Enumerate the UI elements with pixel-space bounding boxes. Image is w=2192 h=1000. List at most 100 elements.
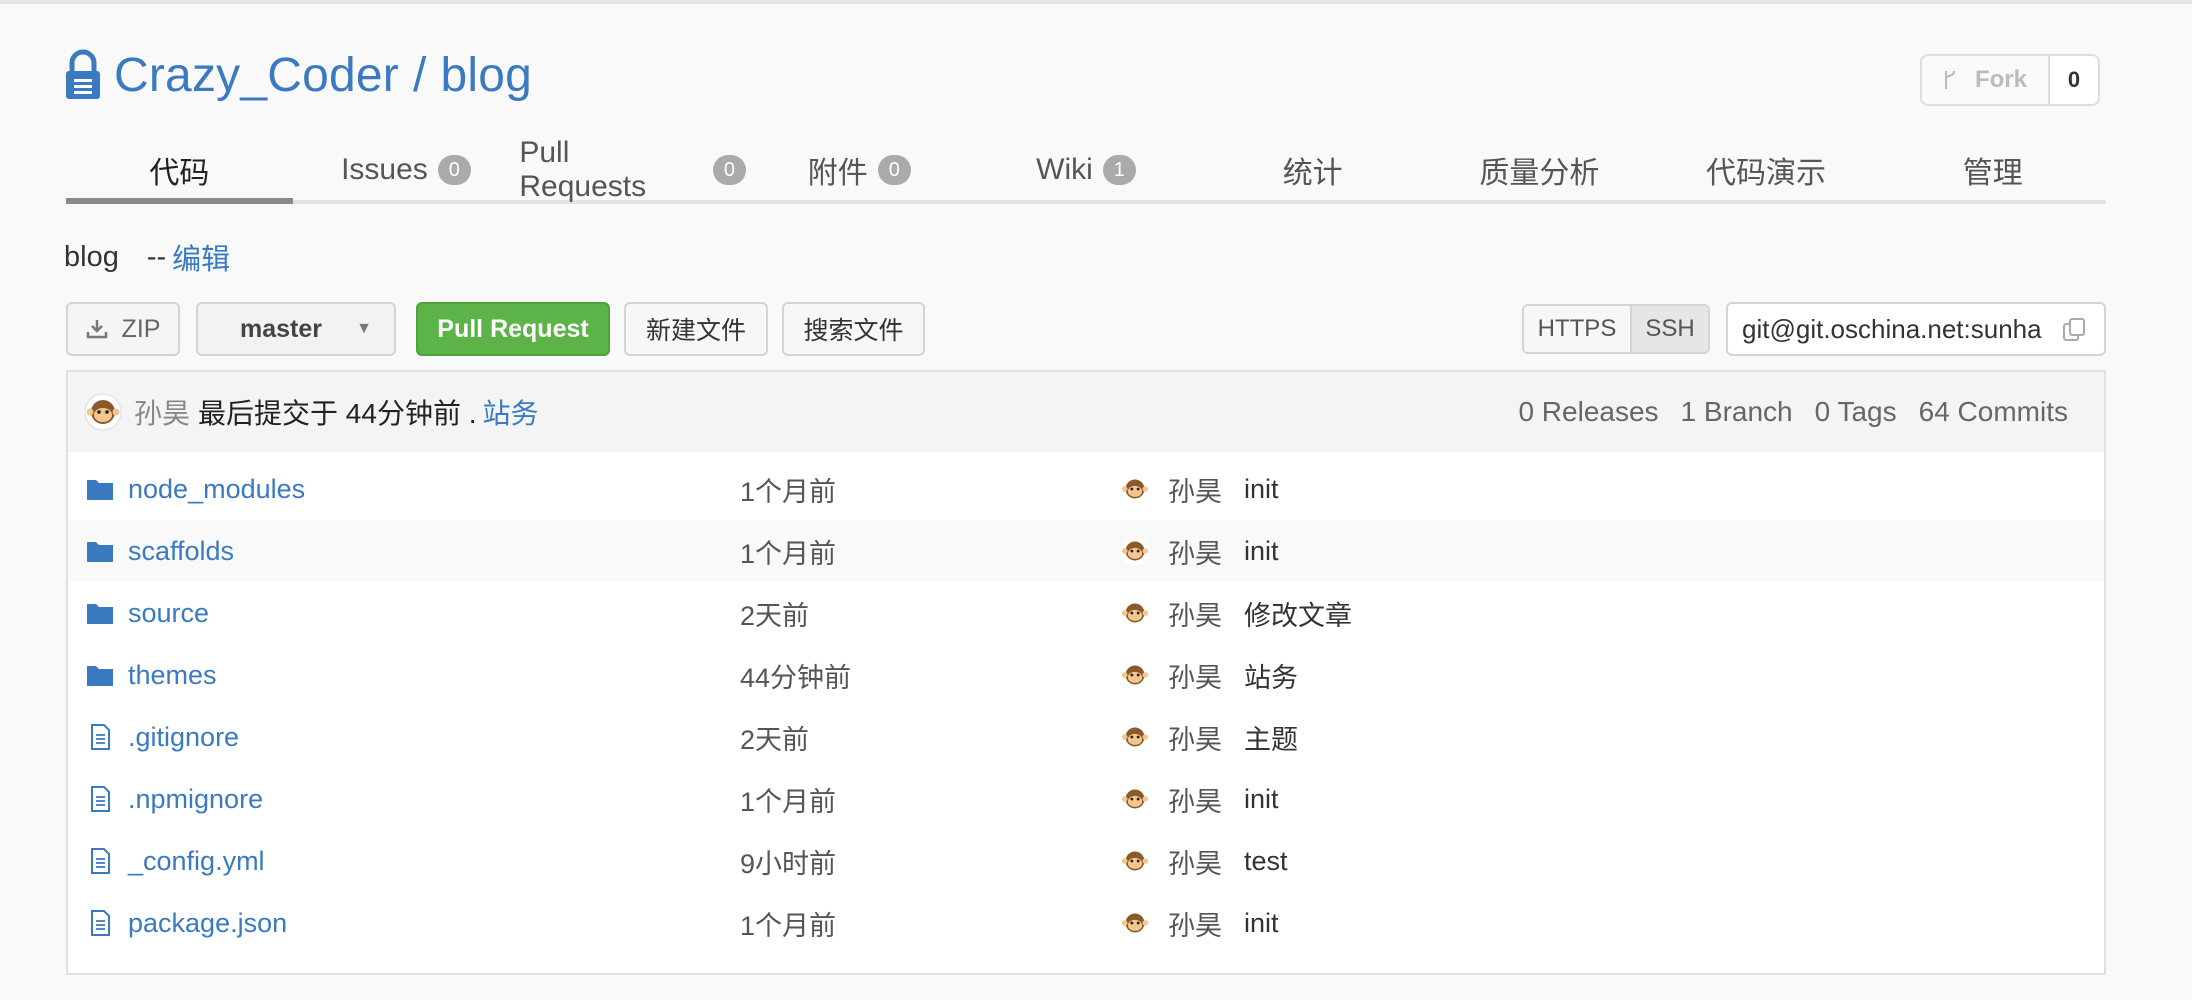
file-name-link[interactable]: scaffolds (128, 536, 234, 567)
description-text: blog (64, 240, 119, 273)
file-commit-author[interactable]: 孙昊 (1168, 532, 1222, 571)
file-commit-message[interactable]: init (1244, 536, 1279, 567)
copy-icon[interactable] (2060, 316, 2088, 344)
file-list: node_modules 1个月前 孙昊 init scaffolds 1个月前 孙昊… (68, 458, 2104, 954)
tab-wiki[interactable]: Wiki 1 (973, 140, 1200, 200)
commits-link[interactable]: 64 Commits (1919, 396, 2068, 428)
repo-title-separator: / (412, 48, 427, 102)
caret-down-icon: ▼ (356, 320, 372, 337)
ssh-toggle[interactable]: SSH (1632, 306, 1708, 352)
avatar[interactable] (84, 393, 122, 431)
file-row[interactable]: themes 44分钟前 孙昊 站务 (68, 644, 2104, 706)
file-name-link[interactable]: .gitignore (128, 722, 239, 753)
tab-code[interactable]: 代码 (66, 140, 293, 204)
releases-link[interactable]: 0 Releases (1518, 396, 1658, 428)
repo-name-link[interactable]: blog (441, 48, 533, 103)
tab-pull-requests[interactable]: Pull Requests 0 (519, 136, 747, 203)
avatar[interactable] (1120, 660, 1150, 690)
avatar[interactable] (1120, 536, 1150, 566)
branch-name: master (240, 314, 322, 343)
avatar[interactable] (1120, 474, 1150, 504)
tags-link[interactable]: 0 Tags (1815, 396, 1897, 428)
file-name-link[interactable]: package.json (128, 908, 287, 939)
fork-button[interactable]: Fork (1922, 56, 2050, 104)
file-name-link[interactable]: .npmignore (128, 784, 263, 815)
edit-description-link[interactable]: 编辑 (172, 236, 230, 278)
file-name-link[interactable]: source (128, 598, 209, 629)
fork-count[interactable]: 0 (2050, 56, 2098, 104)
file-icon (86, 848, 114, 874)
search-file-button[interactable]: 搜索文件 (782, 302, 925, 356)
avatar[interactable] (1120, 908, 1150, 938)
file-row[interactable]: package.json 1个月前 孙昊 init (68, 892, 2104, 954)
repo-toolbar: ZIP master ▼ Pull Request 新建文件 搜索文件 HTTP… (66, 302, 2106, 356)
avatar[interactable] (1120, 722, 1150, 752)
file-row[interactable]: _config.yml 9小时前 孙昊 test (68, 830, 2104, 892)
file-commit-message[interactable]: 站务 (1244, 656, 1298, 695)
tab-quality-analysis[interactable]: 质量分析 (1426, 140, 1653, 200)
zip-label: ZIP (121, 314, 161, 343)
file-commit-message[interactable]: init (1244, 474, 1279, 505)
file-row[interactable]: scaffolds 1个月前 孙昊 init (68, 520, 2104, 582)
file-icon (86, 724, 114, 750)
fork-icon (1944, 70, 1955, 89)
new-file-button[interactable]: 新建文件 (624, 302, 768, 356)
file-commit-time: 1个月前 (740, 910, 837, 941)
folder-icon (86, 600, 114, 626)
file-commit-message[interactable]: 主题 (1244, 718, 1298, 757)
file-commit-message[interactable]: test (1244, 846, 1288, 877)
clone-url-box (1726, 302, 2106, 356)
avatar[interactable] (1120, 784, 1150, 814)
tab-label: Pull Requests (519, 136, 647, 203)
top-border (0, 0, 2192, 4)
branch-select[interactable]: master ▼ (196, 302, 396, 356)
tab-issues[interactable]: Issues 0 (293, 140, 520, 200)
clone-url-input[interactable] (1742, 313, 2042, 345)
file-row[interactable]: .npmignore 1个月前 孙昊 init (68, 768, 2104, 830)
repo-stats: 0 Releases 1 Branch 0 Tags 64 Commits (1518, 372, 2068, 452)
tab-label: 代码演示 (1706, 157, 1827, 190)
avatar[interactable] (1120, 598, 1150, 628)
file-row[interactable]: source 2天前 孙昊 修改文章 (68, 582, 2104, 644)
tab-manage[interactable]: 管理 (1879, 140, 2106, 200)
pull-request-button[interactable]: Pull Request (416, 302, 610, 356)
description-dash: -- (146, 240, 167, 273)
tab-label: 附件 (807, 157, 868, 190)
file-name-link[interactable]: themes (128, 660, 217, 691)
file-commit-author[interactable]: 孙昊 (1168, 656, 1222, 695)
https-toggle[interactable]: HTTPS (1524, 306, 1632, 352)
file-name-link[interactable]: _config.yml (128, 846, 265, 877)
file-commit-time: 44分钟前 (740, 662, 852, 693)
commit-message-link[interactable]: 站务 (483, 392, 539, 432)
avatar[interactable] (1120, 846, 1150, 876)
file-commit-author[interactable]: 孙昊 (1168, 470, 1222, 509)
tab-label: Issues (341, 153, 428, 186)
download-zip-button[interactable]: ZIP (66, 302, 180, 356)
file-commit-author[interactable]: 孙昊 (1168, 594, 1222, 633)
tab-label: 代码 (149, 157, 210, 190)
file-commit-author[interactable]: 孙昊 (1168, 904, 1222, 943)
repo-owner-link[interactable]: Crazy_Coder (114, 48, 399, 103)
file-row[interactable]: .gitignore 2天前 孙昊 主题 (68, 706, 2104, 768)
file-name-link[interactable]: node_modules (128, 474, 305, 505)
file-commit-message[interactable]: 修改文章 (1244, 594, 1352, 633)
file-commit-author[interactable]: 孙昊 (1168, 780, 1222, 819)
fork-group: Fork 0 (1920, 54, 2100, 106)
file-commit-message[interactable]: init (1244, 784, 1279, 815)
file-row[interactable]: node_modules 1个月前 孙昊 init (68, 458, 2104, 520)
file-commit-time: 9小时前 (740, 848, 837, 879)
file-browser: 孙昊 最后提交于 44分钟前 . 站务 0 Releases 1 Branch … (66, 370, 2106, 975)
file-commit-author[interactable]: 孙昊 (1168, 842, 1222, 881)
tab-label: 管理 (1962, 157, 2023, 190)
tab-code-demo[interactable]: 代码演示 (1653, 140, 1880, 200)
lock-icon (66, 49, 100, 99)
branches-link[interactable]: 1 Branch (1681, 396, 1793, 428)
tab-attachments[interactable]: 附件 0 (746, 140, 973, 200)
file-commit-author[interactable]: 孙昊 (1168, 718, 1222, 757)
count-badge: 1 (1102, 155, 1136, 185)
file-commit-message[interactable]: init (1244, 908, 1279, 939)
tab-stats[interactable]: 统计 (1199, 140, 1426, 200)
file-commit-time: 1个月前 (740, 538, 837, 569)
folder-icon (86, 538, 114, 564)
commit-author[interactable]: 孙昊 (134, 392, 190, 432)
